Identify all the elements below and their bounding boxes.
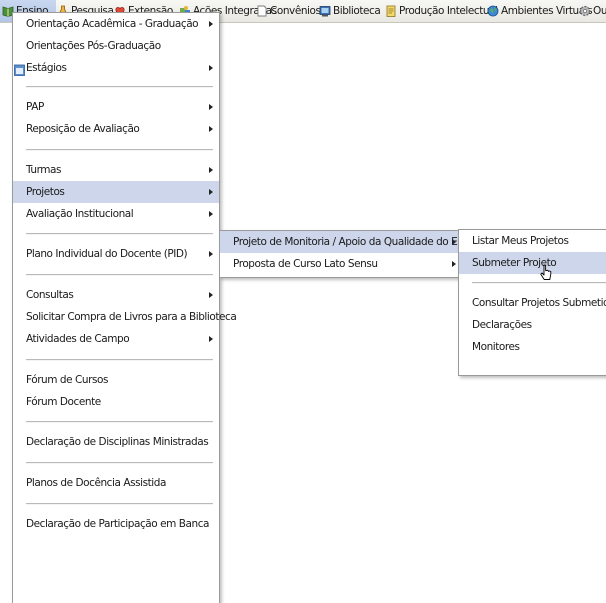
submenu-arrow-icon bbox=[209, 21, 213, 27]
menu-item-orientacoes-pos-graduacao[interactable]: Orientações Pós-Graduação bbox=[13, 35, 219, 57]
submenu-arrow-icon bbox=[452, 239, 456, 245]
menu-separator bbox=[26, 86, 213, 88]
menu-item-consultas[interactable]: Consultas bbox=[13, 284, 219, 306]
calendar-icon bbox=[14, 62, 25, 76]
menu-separator bbox=[26, 462, 213, 464]
menu-separator bbox=[26, 421, 213, 423]
submenu-arrow-icon bbox=[209, 336, 213, 342]
menu-item-listar-meus-projetos[interactable]: Listar Meus Projetos bbox=[459, 230, 606, 252]
menu-item-estagios[interactable]: Estágios bbox=[13, 57, 219, 79]
menu-item-declaracoes[interactable]: Declarações bbox=[459, 314, 606, 336]
menu-item-orientacao-academica-graduacao[interactable]: Orientação Acadêmica - Graduação bbox=[13, 13, 219, 35]
menubar-item-biblioteca[interactable]: Biblioteca bbox=[319, 0, 381, 22]
menu-item-plano-individual-docente[interactable]: Plano Individual do Docente (PID) bbox=[13, 243, 219, 265]
menu-item-forum-docente[interactable]: Fórum Docente bbox=[13, 391, 219, 413]
menu-separator bbox=[472, 282, 606, 284]
monitoria-submenu: Listar Meus Projetos Submeter Projeto Co… bbox=[458, 229, 606, 376]
submenu-arrow-icon bbox=[209, 167, 213, 173]
menu-item-projeto-monitoria[interactable]: Projeto de Monitoria / Apoio da Qualidad… bbox=[220, 231, 484, 253]
menu-item-planos-docencia-assistida[interactable]: Planos de Docência Assistida bbox=[13, 472, 219, 494]
menu-separator bbox=[26, 233, 213, 235]
projetos-submenu: Projeto de Monitoria / Apoio da Qualidad… bbox=[219, 230, 484, 278]
menu-item-consultar-projetos-submetidos[interactable]: Consultar Projetos Submetidos bbox=[459, 292, 606, 314]
menu-item-forum-de-cursos[interactable]: Fórum de Cursos bbox=[13, 369, 219, 391]
globe-icon bbox=[487, 5, 499, 17]
submenu-arrow-icon bbox=[209, 126, 213, 132]
menu-separator bbox=[26, 149, 213, 151]
menu-item-atividades-de-campo[interactable]: Atividades de Campo bbox=[13, 328, 219, 350]
submenu-arrow-icon bbox=[209, 104, 213, 110]
document-icon bbox=[256, 5, 268, 17]
menubar-item-convenios[interactable]: Convênios bbox=[256, 0, 321, 22]
menu-item-projetos[interactable]: Projetos bbox=[13, 181, 219, 203]
menu-item-pap[interactable]: PAP bbox=[13, 96, 219, 118]
submenu-arrow-icon bbox=[209, 211, 213, 217]
menu-item-submeter-projeto[interactable]: Submeter Projeto bbox=[459, 252, 606, 274]
notepad-icon bbox=[385, 5, 397, 17]
menubar-item-producao-intelectual[interactable]: Produção Intelectual bbox=[385, 0, 498, 22]
menu-item-avaliacao-institucional[interactable]: Avaliação Institucional bbox=[13, 203, 219, 225]
monitor-icon bbox=[319, 5, 331, 17]
gear-icon bbox=[579, 5, 591, 17]
menu-item-monitores[interactable]: Monitores bbox=[459, 336, 606, 358]
menu-item-declaracao-participacao-banca[interactable]: Declaração de Participação em Banca bbox=[13, 513, 219, 535]
menubar-item-ambientes-virtuais[interactable]: Ambientes Virtuais bbox=[487, 0, 593, 22]
ensino-dropdown-menu: Orientação Acadêmica - Graduação Orienta… bbox=[12, 12, 237, 603]
menu-separator bbox=[26, 359, 213, 361]
menu-separator bbox=[26, 274, 213, 276]
submenu-arrow-icon bbox=[209, 65, 213, 71]
submenu-arrow-icon bbox=[452, 261, 456, 267]
menu-item-reposicao-de-avaliacao[interactable]: Reposição de Avaliação bbox=[13, 118, 219, 140]
submenu-arrow-icon bbox=[209, 189, 213, 195]
menu-separator bbox=[26, 503, 213, 505]
submenu-arrow-icon bbox=[209, 251, 213, 257]
menu-item-declaracao-disciplinas[interactable]: Declaração de Disciplinas Ministradas bbox=[13, 431, 219, 453]
submenu-arrow-icon bbox=[209, 292, 213, 298]
menubar-item-outros[interactable]: Outros bbox=[579, 0, 606, 22]
menu-item-proposta-lato-sensu[interactable]: Proposta de Curso Lato Sensu bbox=[220, 253, 462, 275]
menu-item-solicitar-compra-livros[interactable]: Solicitar Compra de Livros para a Biblio… bbox=[13, 306, 237, 328]
menu-item-turmas[interactable]: Turmas bbox=[13, 159, 219, 181]
